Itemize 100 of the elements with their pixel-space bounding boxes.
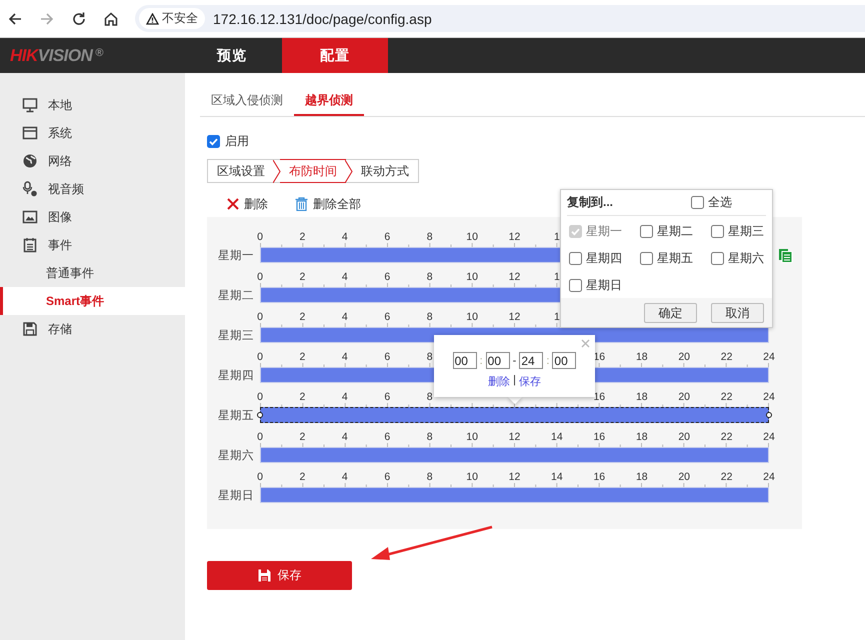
reload-icon[interactable]	[71, 10, 87, 26]
hour-label: 0	[257, 311, 263, 323]
sidebar-item[interactable]: 网络	[0, 147, 185, 175]
hour-label: 18	[636, 431, 648, 443]
hour-label: 0	[257, 231, 263, 243]
hour-label: 10	[466, 231, 478, 243]
url-text: 172.16.12.131/doc/page/config.asp	[213, 10, 432, 26]
nav-tab[interactable]: 配置	[282, 38, 388, 73]
trash-icon	[295, 197, 308, 211]
step-tab[interactable]: 联动方式	[352, 159, 418, 183]
hour-label: 18	[636, 391, 648, 403]
checkbox[interactable]	[207, 134, 220, 148]
hour-label: 8	[426, 471, 433, 483]
copy-icon[interactable]	[778, 248, 793, 263]
checkbox-label: 启用	[225, 132, 249, 150]
hour-label: 4	[342, 471, 348, 483]
hour-label: 6	[384, 471, 390, 483]
hour-label: 22	[720, 431, 732, 443]
security-chip[interactable]: 不安全	[139, 8, 205, 29]
address-bar[interactable]: 不安全 172.16.12.131/doc/page/config.asp	[135, 5, 865, 32]
hour-label: 10	[466, 311, 478, 323]
sidebar-item[interactable]: 视音频	[0, 175, 185, 203]
hour-label: 16	[593, 351, 606, 363]
checkbox[interactable]	[640, 224, 653, 238]
hour-label: 0	[257, 471, 263, 483]
hour-label: 2	[299, 431, 306, 443]
step-tab[interactable]: 布防时间	[280, 159, 346, 183]
hour-label: 1	[554, 311, 560, 323]
checkbox-label: 全选	[708, 194, 732, 211]
hour-label: 20	[678, 431, 690, 443]
hour-label: 2	[299, 231, 306, 243]
hour-label: 22	[720, 351, 732, 363]
time-field[interactable]: 24	[519, 352, 544, 369]
checkbox[interactable]	[711, 224, 724, 238]
step-tab[interactable]: 区域设置	[208, 159, 274, 183]
sidebar-item[interactable]: 本地	[0, 91, 185, 119]
hour-label: 0	[257, 391, 263, 403]
time-field[interactable]: 00	[552, 352, 576, 369]
hour-label: 12	[508, 311, 520, 323]
warning-icon	[146, 12, 159, 24]
checkbox[interactable]	[569, 252, 582, 264]
checkbox-label: 星期三	[728, 222, 764, 240]
hour-label: 1	[554, 231, 560, 243]
hour-label: 8	[426, 351, 433, 363]
hour-label: 4	[342, 431, 348, 443]
sidebar-subitem[interactable]: Smart事件	[0, 287, 185, 315]
hour-label: 8	[426, 311, 433, 323]
sidebar-item[interactable]: 存储	[0, 315, 185, 343]
hour-label: 10	[466, 271, 478, 283]
hour-label: 4	[342, 311, 348, 323]
time-separator: :	[480, 354, 483, 366]
home-icon[interactable]	[103, 10, 119, 26]
time-field[interactable]: 00	[486, 352, 510, 369]
popup-link[interactable]: 删除	[488, 374, 510, 389]
hour-label: 18	[636, 471, 648, 483]
hour-label: 24	[763, 431, 775, 443]
checkbox-label: 星期六	[728, 250, 764, 266]
hour-label: 2	[299, 471, 306, 483]
sidebar-icon	[22, 321, 38, 337]
drag-handle[interactable]	[257, 412, 263, 418]
hour-label: 4	[342, 231, 348, 243]
sidebar-item[interactable]: 系统	[0, 119, 185, 147]
sidebar-item[interactable]: 事件	[0, 231, 185, 259]
checkbox[interactable]	[640, 252, 653, 264]
sidebar-item[interactable]: 图像	[0, 203, 185, 231]
hour-label: 22	[720, 391, 732, 403]
toolbar-button[interactable]: 删除	[227, 196, 268, 212]
checkbox[interactable]	[711, 252, 724, 264]
hour-label: 6	[384, 271, 390, 283]
nav-tab[interactable]: 预览	[182, 38, 282, 73]
dialog-button[interactable]: 确定	[644, 303, 697, 323]
popup-link[interactable]: 保存	[518, 374, 541, 389]
hour-label: 2	[299, 391, 306, 403]
hour-label: 6	[384, 351, 390, 363]
hour-label: 24	[763, 391, 775, 403]
checkbox[interactable]	[691, 196, 704, 209]
tab[interactable]: 越界侦测	[294, 86, 364, 116]
checkbox-label: 星期五	[657, 250, 693, 266]
hour-label: 0	[257, 271, 263, 283]
time-separator: :	[546, 354, 550, 366]
dialog-button[interactable]: 取消	[711, 303, 764, 323]
tab[interactable]: 区域入侵侦测	[200, 86, 294, 116]
hour-label: 4	[342, 271, 348, 283]
hour-label: 1	[554, 271, 560, 283]
hour-label: 12	[508, 431, 520, 443]
toolbar-button[interactable]: 删除全部	[295, 196, 361, 212]
hour-label: 4	[342, 351, 348, 363]
time-field[interactable]: 00	[452, 352, 477, 369]
checkbox[interactable]	[569, 278, 582, 292]
hour-label: 6	[384, 391, 390, 403]
save-button[interactable]: 保存	[207, 561, 352, 590]
hour-label: 16	[593, 471, 606, 483]
sidebar-subitem[interactable]: 普通事件	[0, 259, 185, 287]
sidebar-icon	[22, 237, 38, 253]
back-icon[interactable]	[7, 10, 23, 26]
hour-label: 22	[720, 471, 732, 483]
checkbox-label: 星期日	[586, 276, 622, 294]
popup-title: 复制到...	[567, 194, 614, 211]
sidebar-icon	[22, 97, 38, 113]
save-icon	[258, 569, 270, 582]
